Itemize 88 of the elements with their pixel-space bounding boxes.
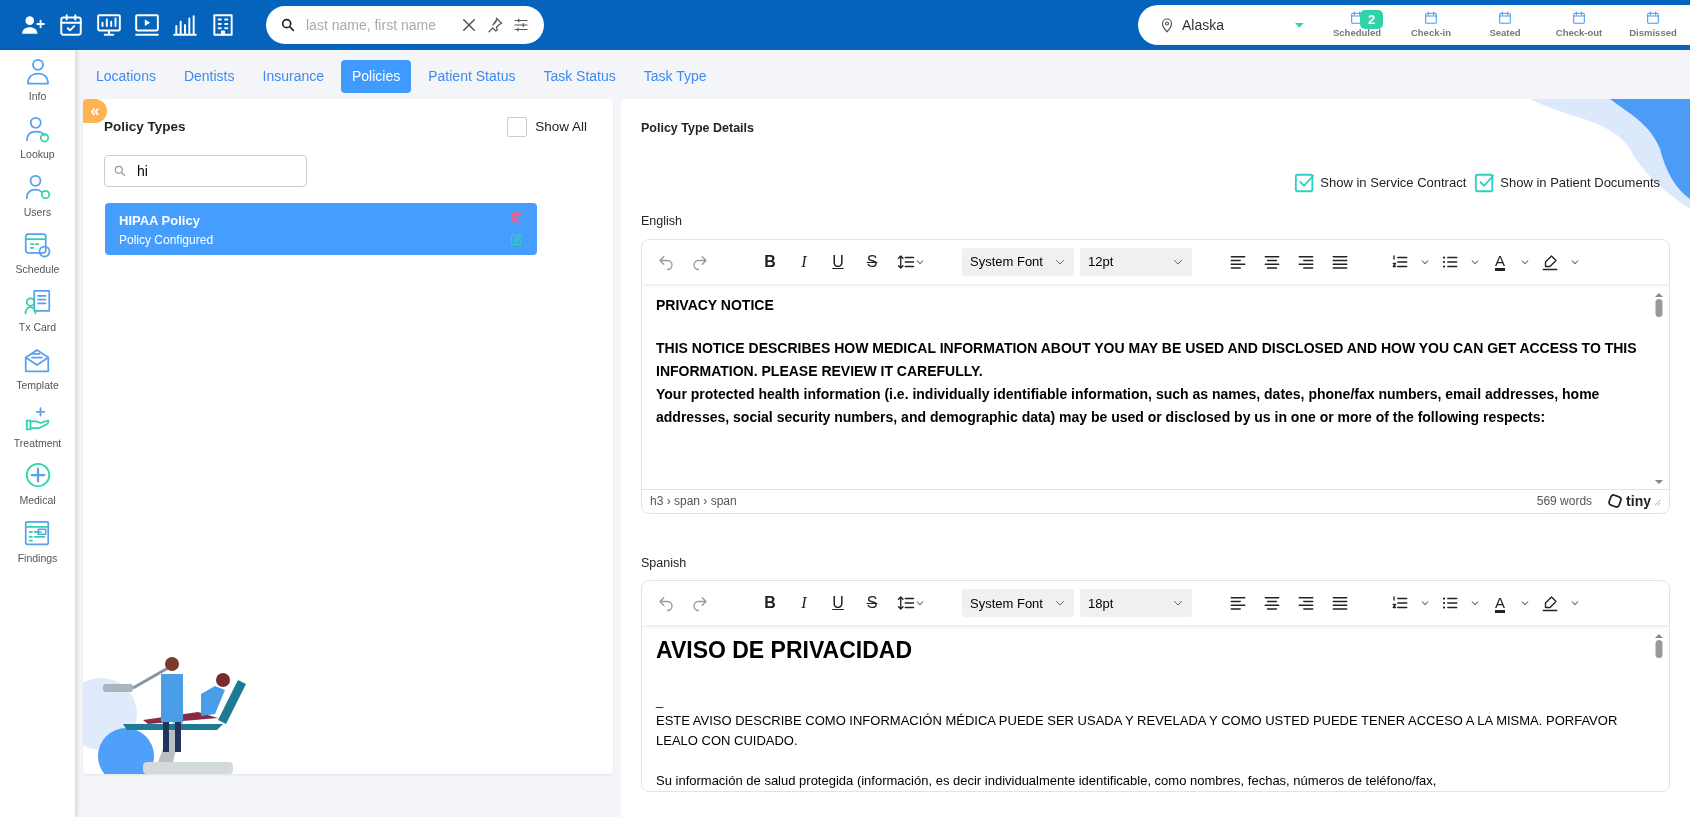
paragraph: Your protected health information (i.e. individually identifiable information, such as names, dates, phone/fax numbers, email addresses, home addresses, social security numbers, and demographic data) may be used or disclosed by us in one or more of the following respects:	[656, 384, 1601, 427]
sidebar-item[interactable]: Treatment	[13, 402, 62, 452]
checkbox-label: Show in Service Contract	[1320, 174, 1467, 192]
location-text: Alaska	[1182, 15, 1225, 35]
status-filter[interactable]: Dismissed	[1616, 9, 1690, 41]
sidebar-item[interactable]: Users	[22, 171, 53, 221]
format-button[interactable]: S	[858, 247, 886, 276]
status-filter[interactable]: Check-in	[1394, 9, 1468, 41]
video-player-icon[interactable]	[134, 12, 160, 38]
text-color-button[interactable]: A	[1486, 247, 1514, 276]
sidebar-item[interactable]: Schedule	[15, 229, 60, 278]
font-family-select[interactable]: System Font	[962, 247, 1074, 276]
status-label: Check-in	[1410, 25, 1452, 40]
sidebar-item[interactable]: Medical	[19, 460, 56, 509]
pin-icon[interactable]	[486, 16, 504, 34]
checkbox[interactable]	[507, 117, 528, 138]
calendar-icon	[1497, 9, 1513, 26]
element-path: h3 › span › span	[650, 493, 737, 510]
align-right-icon	[1297, 594, 1315, 613]
checkbox[interactable]	[1294, 171, 1317, 194]
format-button[interactable]: U	[824, 589, 852, 618]
highlighter-icon	[1541, 594, 1559, 613]
justify-icon	[1331, 594, 1349, 613]
paragraph: THIS NOTICE DESCRIBES HOW MEDICAL INFORMATION ABOUT YOU MAY BE USED AND DISCLOSED AND HOW YOU CAN GET ACCESS TO THIS INFORMATION. PLEASE REVIEW IT CAREFULLY.	[656, 338, 1638, 381]
font-family-select[interactable]: System Font	[962, 589, 1074, 618]
status-filter[interactable]: Seated	[1468, 9, 1542, 41]
calendar-icon	[1571, 9, 1587, 26]
format-button[interactable]: I	[790, 247, 818, 276]
sidebar-item[interactable]: Template	[16, 344, 59, 394]
policy-name: HIPAA Policy	[119, 212, 201, 231]
text-color-button[interactable]: A	[1486, 589, 1514, 618]
count-badge: 2	[1360, 9, 1384, 30]
format-button[interactable]: I	[790, 589, 818, 618]
sidebar-item[interactable]: Info	[22, 56, 53, 105]
policy-status: Policy Configured	[119, 231, 214, 249]
brand-name: tiny	[1626, 491, 1651, 511]
calendar-icon	[1645, 9, 1661, 26]
undo-icon	[657, 594, 675, 613]
checkbox-label: Show in Patient Documents	[1500, 174, 1660, 192]
filter-icon[interactable]	[512, 16, 530, 34]
scrollbar-drawing	[1653, 633, 1665, 660]
redo-icon	[691, 594, 709, 613]
format-button[interactable]: U	[824, 247, 852, 276]
calendar-icon[interactable]	[58, 12, 84, 38]
search-icon	[113, 164, 127, 179]
format-button[interactable]: S	[858, 589, 886, 618]
line-height-icon	[897, 594, 915, 613]
paragraph: _	[656, 692, 665, 711]
bar-chart-icon[interactable]	[172, 12, 198, 38]
search-bar[interactable]: hi	[104, 155, 307, 188]
line-height-icon	[897, 252, 915, 271]
sidebar-item[interactable]: Tx Card	[18, 287, 57, 336]
panel-title: Policy Type Details	[641, 120, 755, 137]
status-filter[interactable]: Check-out	[1542, 9, 1616, 41]
editor-language-label: Spanish	[641, 554, 688, 572]
tiny-logo-icon	[1608, 494, 1623, 508]
align-center-icon	[1263, 594, 1281, 613]
search-icon	[280, 17, 296, 33]
editor-language-label: English	[641, 212, 683, 230]
panel-title: Policy Types	[104, 118, 186, 136]
word-count: 569 words	[1536, 493, 1593, 510]
scroll-down-icon[interactable]	[1654, 478, 1664, 485]
status-filter[interactable]: Scheduled 2	[1320, 9, 1394, 41]
paragraph: ESTE AVISO DESCRIBE COMO INFORMACIÓN MÉDICA PUEDE SER USADA Y REVELADA Y COMO USTED PUEDE TENER ACCESO A LA MISMA. PORFAVOR LEALO CON CUIDADO.	[656, 712, 1619, 751]
font-size-select[interactable]: 18pt	[1080, 589, 1192, 618]
location-selector[interactable]: Alaska	[1158, 14, 1294, 36]
format-button[interactable]: B	[756, 247, 784, 276]
font-size-select[interactable]: 12pt	[1080, 247, 1192, 276]
paragraph: Su información de salud protegida (información, es decir individualmente identificable, como nombres, fechas, números de teléfono/fax,	[656, 772, 1438, 791]
scrollbar-drawing	[1653, 291, 1665, 318]
checkbox-label: Show All	[535, 118, 587, 136]
calendar-icon	[1423, 9, 1439, 26]
heading: AVISO DE PRIVACIDAD	[656, 636, 913, 666]
search-bar[interactable]: last name, first name	[266, 6, 544, 44]
format-button[interactable]: B	[756, 589, 784, 618]
status-label: Check-out	[1555, 25, 1603, 40]
sidebar-item[interactable]: Lookup	[20, 113, 55, 163]
clear-icon[interactable]	[460, 16, 478, 34]
align-left-icon	[1229, 594, 1247, 613]
status-label: Seated	[1489, 25, 1521, 40]
monitor-chart-icon[interactable]	[96, 12, 122, 38]
paragraph: PRIVACY NOTICE	[656, 295, 775, 315]
building-icon[interactable]	[210, 12, 236, 38]
status-label: Dismissed	[1629, 25, 1677, 40]
person-card-icon	[22, 287, 53, 317]
sidebar-item[interactable]: Findings	[17, 518, 58, 567]
highlighter-icon	[1541, 252, 1559, 271]
checkbox[interactable]	[1474, 171, 1497, 194]
